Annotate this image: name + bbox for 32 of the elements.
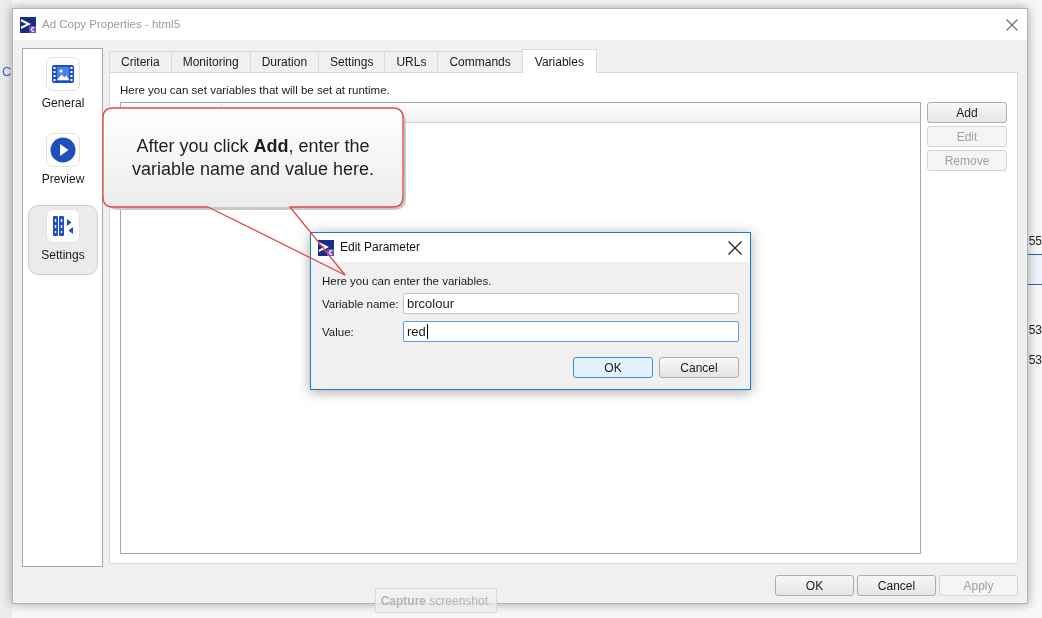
dialog-button[interactable]: Cancel xyxy=(857,575,936,596)
sidebar-item[interactable]: General xyxy=(28,53,98,123)
field-label: Value: xyxy=(322,324,355,339)
input-field[interactable]: brcolour xyxy=(403,293,739,314)
tab[interactable]: Criteria xyxy=(109,51,172,72)
background-value: 53 xyxy=(1028,352,1042,368)
sidebar-item[interactable]: Preview xyxy=(28,129,98,199)
dialog-description: Here you can enter the variables. xyxy=(322,274,492,288)
sidebar-item[interactable]: Settings xyxy=(28,205,98,275)
tab[interactable]: Variables xyxy=(521,49,597,73)
dialog-button[interactable]: OK xyxy=(573,357,653,378)
list-action-button[interactable]: Add xyxy=(927,102,1007,123)
tab[interactable]: Settings xyxy=(318,51,386,72)
dialog-title: Edit Parameter xyxy=(340,240,421,255)
image-icon xyxy=(46,57,80,91)
columns-icon xyxy=(46,209,80,243)
background-value: 53 xyxy=(1028,322,1042,338)
dialog-button[interactable]: Cancel xyxy=(659,357,739,378)
panel-description: Here you can set variables that will be set at runtime. xyxy=(120,83,390,97)
text-cursor-icon xyxy=(426,324,428,339)
close-icon[interactable] xyxy=(728,240,742,255)
app-icon xyxy=(20,16,36,33)
dialog-button[interactable]: OK xyxy=(775,575,854,596)
window-title: Ad Copy Properties - html5 xyxy=(42,17,181,32)
tab[interactable]: Monitoring xyxy=(170,51,251,72)
app-icon xyxy=(318,239,334,256)
callout-text: After you click Add, enter the variable name and value here. xyxy=(130,135,376,181)
input-field[interactable]: red xyxy=(403,321,739,342)
play-icon xyxy=(46,133,80,167)
field-label: Variable name: xyxy=(322,296,400,311)
background-value: 55 xyxy=(1028,233,1042,249)
background-text: C xyxy=(1,64,12,80)
